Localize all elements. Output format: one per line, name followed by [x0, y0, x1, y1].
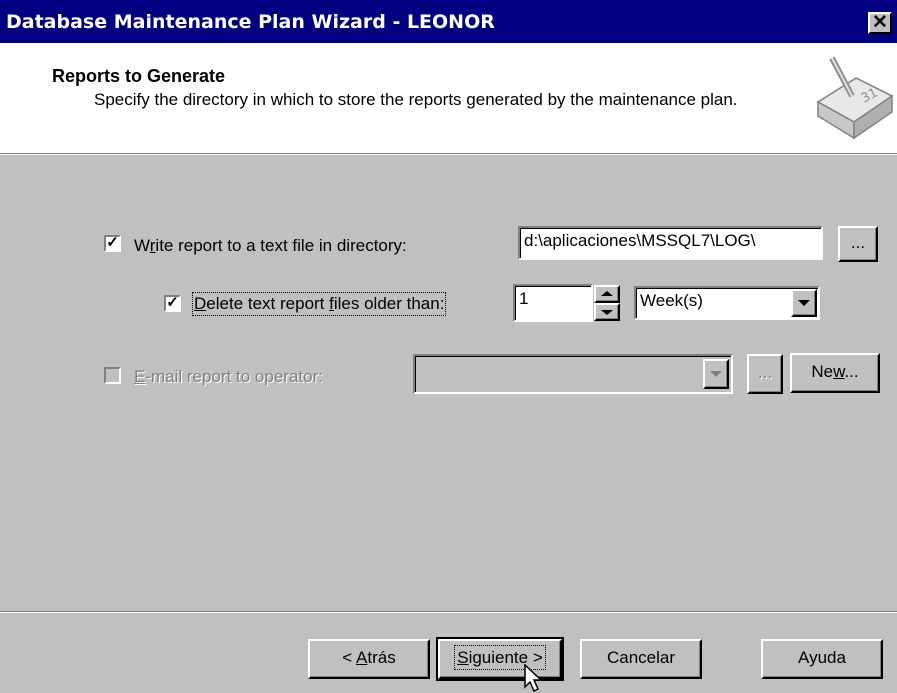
title-bar: Database Maintenance Plan Wizard - LEONO… [0, 0, 897, 43]
page-title: Reports to Generate [52, 66, 226, 86]
retention-count-spinner[interactable] [594, 285, 620, 321]
footer-divider [0, 611, 897, 613]
operator-select[interactable] [413, 354, 733, 394]
retention-unit-dropdown-button[interactable] [791, 289, 817, 317]
browse-directory-button[interactable]: ... [838, 226, 878, 262]
back-button[interactable]: < Atrás [308, 639, 430, 679]
cancel-button[interactable]: Cancelar [580, 639, 702, 679]
header-divider [0, 153, 897, 155]
write-report-label: Write report to a text file in directory… [134, 236, 407, 255]
write-report-checkbox[interactable]: ✓ [104, 235, 121, 252]
chevron-down-icon [798, 300, 810, 306]
page-subtitle: Specify the directory in which to store … [94, 90, 738, 109]
spin-up-button[interactable] [594, 285, 620, 303]
retention-count-input[interactable]: 1 [513, 284, 593, 322]
help-button[interactable]: Ayuda [761, 639, 883, 679]
window-title: Database Maintenance Plan Wizard - LEONO… [6, 11, 495, 33]
operator-dropdown-button[interactable] [703, 359, 729, 389]
delete-old-reports-checkbox[interactable]: ✓ [164, 295, 181, 312]
email-report-label: E-mail report to operator: [134, 367, 323, 386]
mouse-cursor-icon [524, 664, 543, 693]
chevron-down-icon [710, 371, 722, 377]
report-directory-input[interactable]: d:\aplicaciones\MSSQL7\LOG\ [518, 226, 823, 260]
calendar-pen-icon: 31 [816, 56, 894, 140]
delete-old-reports-label: Delete text report files older than: [191, 292, 447, 316]
up-arrow-icon [601, 291, 613, 296]
spin-down-button[interactable] [594, 303, 620, 321]
down-arrow-icon [601, 310, 613, 315]
browse-operator-button[interactable]: ... [747, 354, 783, 394]
close-button[interactable]: ✕ [868, 12, 892, 34]
email-report-checkbox[interactable] [104, 367, 121, 384]
new-operator-button[interactable]: New... [790, 353, 880, 393]
close-icon: ✕ [872, 12, 888, 33]
